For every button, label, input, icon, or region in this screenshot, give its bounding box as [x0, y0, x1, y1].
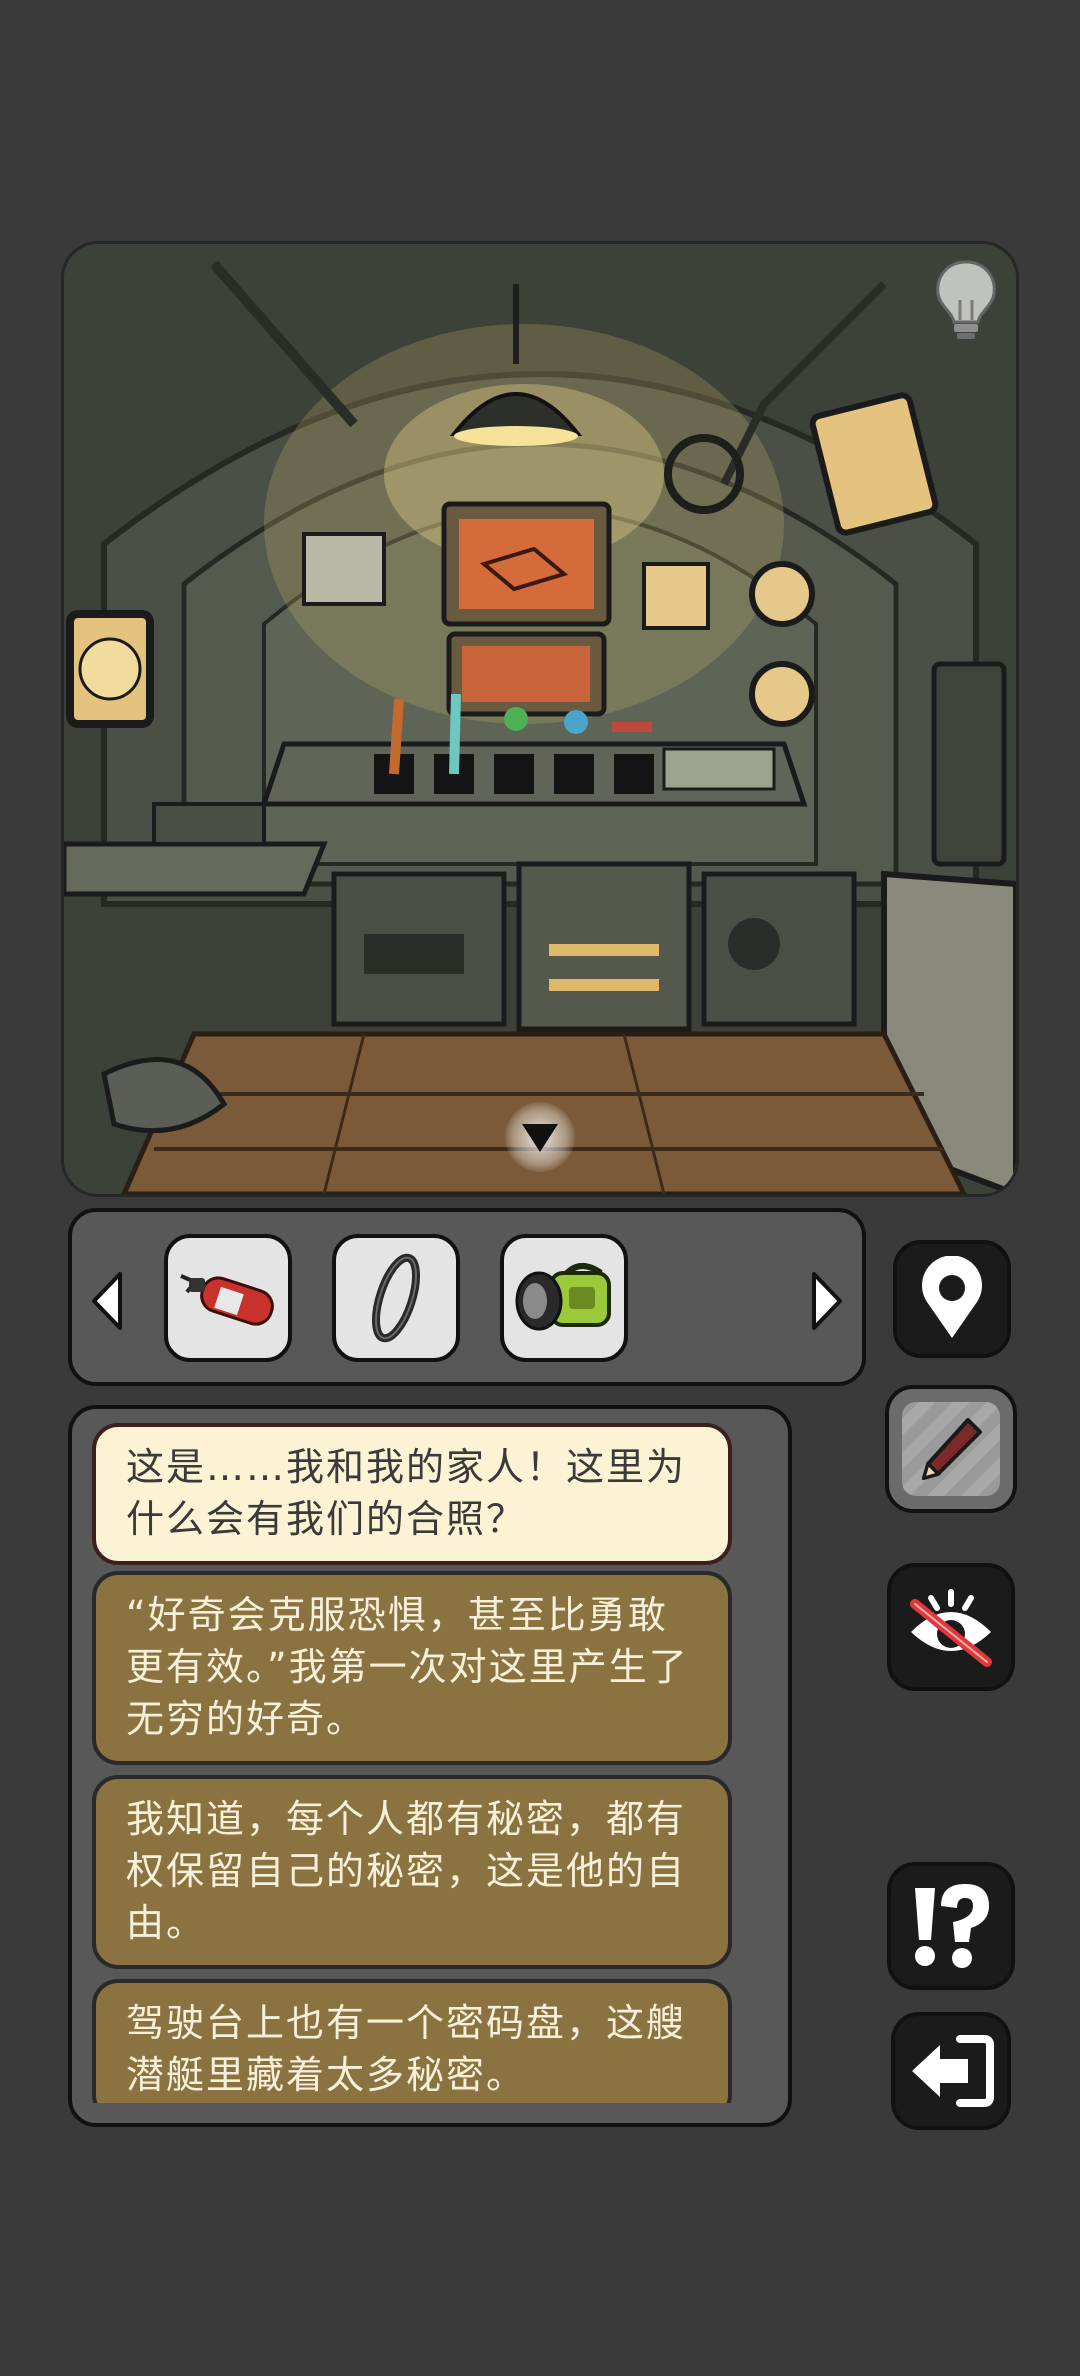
inventory-bar: [68, 1208, 866, 1386]
dialogue-message: 我知道，每个人都有秘密，都有权保留自己的秘密，这是他的自由。: [92, 1775, 732, 1969]
hide-ui-button[interactable]: [887, 1563, 1015, 1691]
map-button[interactable]: [893, 1240, 1011, 1358]
exclamation-question-icon: [915, 1884, 989, 1968]
triangle-down-icon: [522, 1124, 558, 1152]
dialogue-panel[interactable]: 这是……我和我的家人！这里为什么会有我们的合照？ “好奇会克服恐惧，甚至比勇敢更…: [68, 1405, 792, 2127]
dialogue-message: 驾驶台上也有一个密码盘，这艘潜艇里藏着太多秘密。: [92, 1979, 732, 2103]
scene-view[interactable]: [64, 244, 1016, 1194]
pencil-icon: [921, 1418, 982, 1481]
inventory-prev-button[interactable]: [90, 1270, 124, 1332]
fire-extinguisher-icon: [180, 1274, 274, 1326]
dialogue-message: “好奇会克服恐惧，甚至比勇敢更有效。”我第一次对这里产生了无穷的好奇。: [92, 1571, 732, 1765]
exit-arrow-icon: [912, 2035, 994, 2107]
arrow-right-icon: [812, 1272, 842, 1330]
arrow-left-icon: [92, 1272, 122, 1330]
eye-crossed-icon: [910, 1589, 992, 1667]
help-button[interactable]: [887, 1862, 1015, 1990]
navigate-back-button[interactable]: [505, 1102, 575, 1172]
inventory-next-button[interactable]: [810, 1270, 844, 1332]
exit-button[interactable]: [891, 2012, 1011, 2130]
inventory-slot-flashlight[interactable]: [500, 1234, 628, 1362]
submarine-room-illustration: [64, 244, 1016, 1194]
dialogue-list[interactable]: 这是……我和我的家人！这里为什么会有我们的合照？ “好奇会克服恐惧，甚至比勇敢更…: [92, 1423, 732, 2103]
map-pin-icon: [922, 1256, 982, 1338]
dialogue-message-current: 这是……我和我的家人！这里为什么会有我们的合照？: [92, 1423, 732, 1565]
notes-button-face: [902, 1402, 1000, 1496]
lightbulb-icon[interactable]: [930, 256, 1002, 344]
rubber-ring-icon: [371, 1253, 421, 1343]
flashlight-icon: [515, 1263, 611, 1331]
notes-button[interactable]: [885, 1385, 1017, 1513]
inventory-slot-fire-extinguisher[interactable]: [164, 1234, 292, 1362]
inventory-slot-rubber-ring[interactable]: [332, 1234, 460, 1362]
